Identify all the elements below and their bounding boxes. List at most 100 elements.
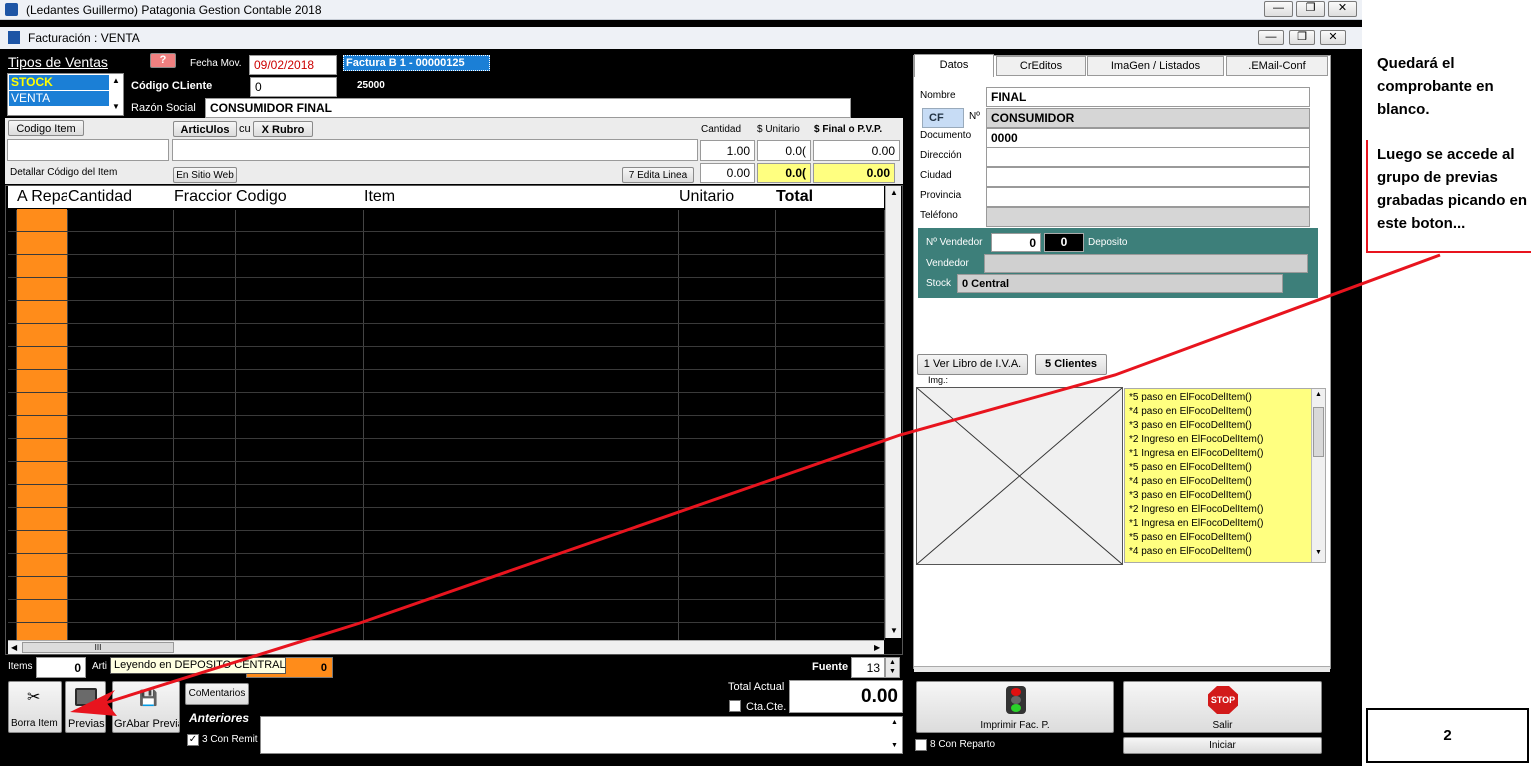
image-placeholder xyxy=(916,387,1123,565)
iniciar-button[interactable]: Iniciar xyxy=(1123,737,1322,754)
grabar-previa-button[interactable]: 💾 GrAbar Previa xyxy=(112,681,180,733)
scroll-right-icon[interactable]: ▶ xyxy=(874,643,880,652)
cta-cte-checkbox[interactable] xyxy=(729,700,741,712)
tab-imagen-listados[interactable]: ImaGen / Listados xyxy=(1087,56,1224,76)
tipos-ventas-list[interactable]: STOCK VENTA ▲ ▼ xyxy=(7,73,124,116)
razon-social-field[interactable]: CONSUMIDOR FINAL xyxy=(205,98,851,118)
table-row xyxy=(8,599,884,600)
row2-unitario-field[interactable]: 0.0( xyxy=(757,163,811,183)
list-scroll-down-icon[interactable]: ▼ xyxy=(112,102,120,111)
nombre-field[interactable]: FINAL xyxy=(986,87,1310,107)
comentarios-button[interactable]: CoMentarios xyxy=(185,683,249,705)
list-item-venta[interactable]: VENTA xyxy=(9,91,109,106)
items-label: Items xyxy=(8,661,33,672)
provincia-field[interactable] xyxy=(986,187,1310,207)
row2-cantidad-field[interactable]: 0.00 xyxy=(700,163,755,183)
comentarios-textarea[interactable]: ▲ ▼ xyxy=(260,716,903,754)
list-item-stock[interactable]: STOCK xyxy=(9,75,109,90)
grid-vscrollbar[interactable]: ▲ ▼ xyxy=(885,186,901,638)
imprimir-button[interactable]: Imprimir Fac. P. xyxy=(916,681,1114,733)
grid-header-codigo[interactable]: Codigo xyxy=(236,188,287,206)
log-lines: *5 paso en ElFocoDelItem() *4 paso en ElF… xyxy=(1129,391,1264,559)
stop-sign-icon: STOP xyxy=(1208,686,1238,714)
codigo-cliente-extra: 25000 xyxy=(357,80,385,91)
scroll-up-icon[interactable]: ▲ xyxy=(890,188,898,197)
articulo-descripcion-field[interactable] xyxy=(172,139,698,161)
child-minimize-button[interactable]: — xyxy=(1258,30,1284,45)
annotation-note-2: Luego se accede al grupo de previas grab… xyxy=(1377,146,1528,232)
minimize-button[interactable]: — xyxy=(1264,1,1293,17)
traffic-light-green-icon xyxy=(1011,704,1021,712)
items-grid[interactable] xyxy=(5,185,903,655)
close-button[interactable]: ✕ xyxy=(1328,1,1357,17)
previas-label: Previas xyxy=(68,718,105,730)
direccion-field[interactable] xyxy=(986,147,1310,167)
table-row xyxy=(8,369,884,370)
table-row xyxy=(8,415,884,416)
nro-vendedor-field[interactable]: 0 xyxy=(991,233,1041,252)
log-scroll-up-icon[interactable]: ▲ xyxy=(1315,391,1322,398)
deposito-field[interactable]: 0 xyxy=(1044,233,1084,252)
log-line: *2 Ingreso en ElFocoDelItem() xyxy=(1129,434,1264,445)
con-remito-checkbox[interactable]: ✓ xyxy=(187,734,199,746)
previas-button[interactable]: Previas xyxy=(65,681,106,733)
tab-datos[interactable]: Datos xyxy=(914,54,994,77)
textarea-scroll-down-icon[interactable]: ▼ xyxy=(891,742,898,749)
con-reparto-checkbox[interactable] xyxy=(915,739,927,751)
articulos-button[interactable]: ArticUlos xyxy=(173,121,237,137)
unitario-field[interactable]: 0.0( xyxy=(757,140,811,161)
restore-button[interactable]: ❐ xyxy=(1296,1,1325,17)
child-close-button[interactable]: ✕ xyxy=(1320,30,1346,45)
hscroll-thumb[interactable]: III xyxy=(22,642,174,653)
scroll-left-icon[interactable]: ◀ xyxy=(11,643,17,652)
child-restore-button[interactable]: ❐ xyxy=(1289,30,1315,45)
log-line: *5 paso en ElFocoDelItem() xyxy=(1129,462,1252,473)
codigo-item-field[interactable] xyxy=(7,139,169,161)
clientes-button[interactable]: 5 Clientes xyxy=(1035,354,1107,375)
fuente-spinner[interactable]: ▲ ▼ xyxy=(885,657,900,678)
tipos-ventas-label: Tipos de Ventas xyxy=(8,54,108,70)
grid-hscrollbar[interactable]: ◀ III ▶ xyxy=(8,640,884,654)
grid-header-a-repa[interactable]: A Repa xyxy=(17,188,67,206)
en-sitio-web-button[interactable]: En Sitio Web xyxy=(173,167,237,183)
scroll-down-icon[interactable]: ▼ xyxy=(890,626,898,635)
rubro-button[interactable]: X Rubro xyxy=(253,121,313,137)
grid-header-item[interactable]: Item xyxy=(364,188,395,206)
right-panel-hscroll[interactable] xyxy=(914,666,1330,672)
fuente-field[interactable]: 13 xyxy=(851,657,885,678)
borra-item-button[interactable]: ✂ Borra Item xyxy=(8,681,62,733)
row2-final-field[interactable]: 0.00 xyxy=(813,163,895,183)
table-row xyxy=(8,277,884,278)
grid-header-cantidad[interactable]: Cantidad xyxy=(68,188,132,206)
final-field[interactable]: 0.00 xyxy=(813,140,900,161)
log-scroll-down-icon[interactable]: ▼ xyxy=(1315,549,1322,556)
unitario-label: $ Unitario xyxy=(757,124,800,135)
direccion-label: Dirección xyxy=(920,150,962,161)
telefono-field[interactable] xyxy=(986,207,1310,227)
razon-social-label: Razón Social xyxy=(131,102,196,114)
help-button[interactable]: ? xyxy=(150,53,176,68)
ver-libro-iva-button[interactable]: 1 Ver Libro de I.V.A. xyxy=(917,354,1028,375)
tab-email-conf[interactable]: .EMail-Conf xyxy=(1226,56,1328,76)
fecha-mov-field[interactable]: 09/02/2018 xyxy=(249,55,337,75)
log-scroll-thumb[interactable] xyxy=(1313,407,1324,457)
textarea-scroll-up-icon[interactable]: ▲ xyxy=(891,719,898,726)
ciudad-field[interactable] xyxy=(986,167,1310,187)
tab-creditos[interactable]: CrEditos xyxy=(996,56,1086,76)
grid-header-unitario[interactable]: Unitario xyxy=(679,188,734,206)
grid-header-fraccion[interactable]: Fraccior xyxy=(174,188,235,206)
edita-linea-button[interactable]: 7 Edita Linea xyxy=(622,167,694,183)
codigo-item-button[interactable]: Codigo Item xyxy=(8,120,84,136)
documento-field[interactable]: 0000 xyxy=(986,128,1310,148)
log-scrollbar[interactable]: ▲ ▼ xyxy=(1311,389,1325,562)
nombre-label: Nombre xyxy=(920,90,956,101)
debug-log[interactable]: *5 paso en ElFocoDelItem() *4 paso en ElF… xyxy=(1124,388,1326,563)
vendedor-field xyxy=(984,254,1308,273)
restore-icon: ❐ xyxy=(1305,2,1316,14)
annotation-bracket-bottom xyxy=(1366,251,1531,253)
list-scroll-up-icon[interactable]: ▲ xyxy=(112,76,120,85)
grid-header-total[interactable]: Total xyxy=(776,188,813,206)
codigo-cliente-field[interactable]: 0 xyxy=(250,77,337,97)
salir-button[interactable]: STOP Salir xyxy=(1123,681,1322,733)
cantidad-field[interactable]: 1.00 xyxy=(700,140,755,161)
